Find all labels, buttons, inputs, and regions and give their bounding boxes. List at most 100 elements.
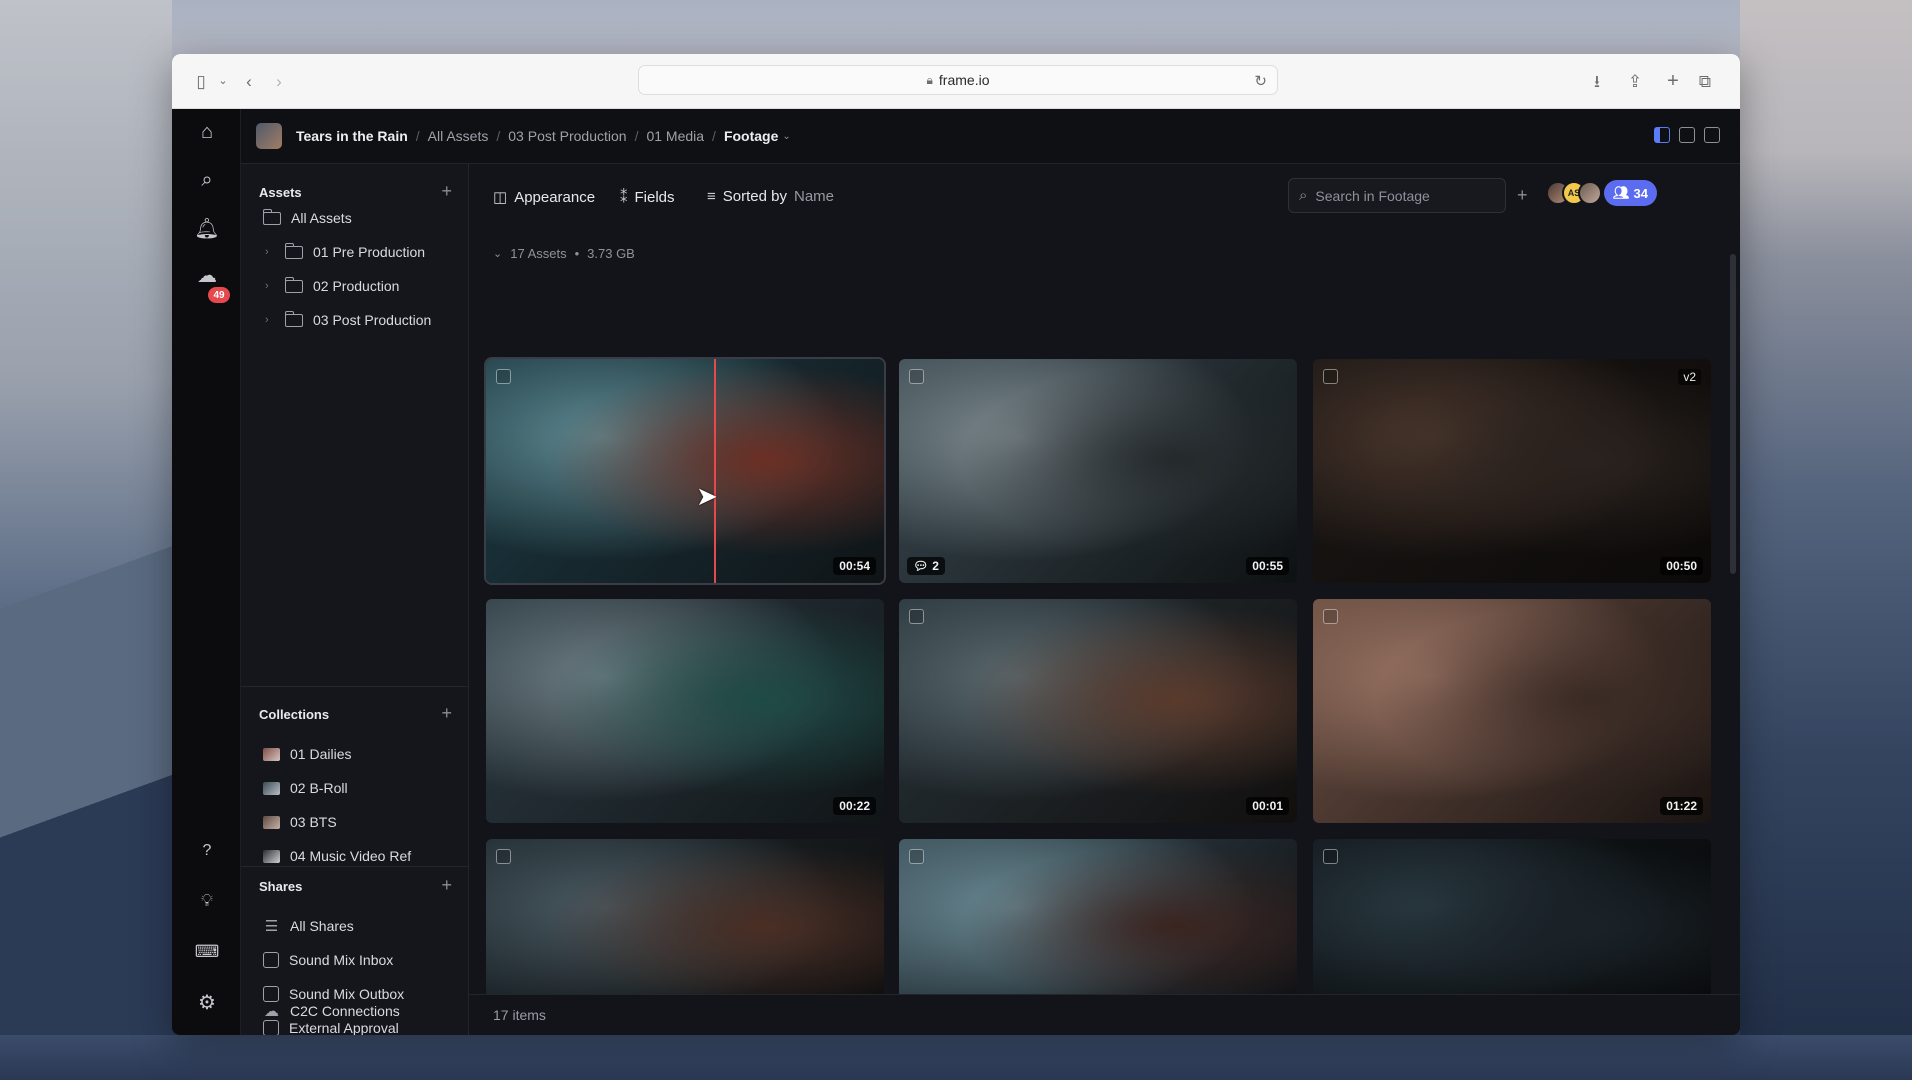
chevron-down-icon[interactable]: ⌄ [212, 70, 234, 92]
sidebar-item-collection[interactable]: 03 BTS [263, 811, 337, 833]
breadcrumb: Tears in the Rain / All Assets / 03 Post… [241, 109, 1740, 164]
breadcrumb-separator: / [415, 128, 420, 144]
layout-left-panel-icon[interactable] [1654, 127, 1670, 143]
comment-count-badge[interactable]: 💬︎ 2 [907, 557, 945, 575]
share-icon [263, 1020, 279, 1035]
chevron-right-icon[interactable]: › [265, 246, 275, 258]
breadcrumb-item[interactable]: All Assets [428, 128, 489, 144]
breadcrumb-current[interactable]: Footage [724, 128, 778, 144]
sidebar-item-production[interactable]: › 02 Production [265, 275, 399, 297]
sidebar-item-collection[interactable]: 02 B-Roll [263, 777, 348, 799]
sort-icon: ≡ [707, 188, 716, 205]
select-checkbox[interactable] [1323, 609, 1338, 624]
collaborators[interactable]: AS 👥︎ 34 [1546, 180, 1657, 206]
lock-icon: 🔒︎ [926, 72, 933, 87]
summary-dot: • [574, 246, 580, 261]
comment-icon: 💬︎ [913, 559, 929, 573]
new-tab-icon[interactable]: + [1662, 70, 1684, 92]
mouse-cursor-icon: ➤ [696, 481, 718, 511]
asset-card[interactable]: v2 00:50 [1313, 359, 1711, 583]
sidebar-item-post-production[interactable]: › 03 Post Production [265, 309, 431, 331]
chevron-down-icon[interactable]: ⌄ [782, 131, 790, 142]
tab-overview-icon[interactable]: ⧉ [1694, 70, 1716, 92]
back-icon[interactable]: ‹ [238, 70, 260, 92]
select-checkbox[interactable] [1323, 849, 1338, 864]
forward-icon[interactable]: › [268, 70, 290, 92]
select-checkbox[interactable] [1323, 369, 1338, 384]
search-icon: ⌕ [1299, 187, 1308, 204]
cloud-upload-icon[interactable]: ☁ [194, 262, 220, 288]
breadcrumb-item[interactable]: Tears in the Rain [296, 128, 408, 144]
fields-button[interactable]: ⁑ Fields [620, 188, 675, 207]
sidebar-item-c2c[interactable]: ☁ C2C Connections [263, 1000, 400, 1022]
reload-icon[interactable]: ↻ [1254, 72, 1267, 90]
cloud-icon: ☁ [264, 1003, 279, 1020]
asset-card[interactable]: 00:22 [486, 599, 884, 823]
keyboard-icon[interactable]: ⌨ [194, 939, 220, 965]
collection-thumbnail [263, 781, 280, 795]
appearance-button[interactable]: ◫ Appearance [493, 188, 595, 207]
address-bar[interactable]: 🔒︎ frame.io ↻ [638, 65, 1278, 95]
select-checkbox[interactable] [496, 369, 511, 384]
scrollbar[interactable] [1730, 254, 1736, 574]
sidebar-item-share[interactable]: Sound Mix Inbox [263, 949, 393, 971]
search-icon[interactable]: ⌕ [194, 167, 220, 193]
sidebar-item-label: Sound Mix Inbox [289, 952, 394, 968]
folder-icon [285, 310, 303, 327]
home-icon[interactable]: ⌂ [194, 119, 220, 145]
asset-card[interactable]: 00:01 [899, 599, 1297, 823]
gear-icon[interactable]: ⚙ [194, 989, 220, 1015]
sidebar-item-all-shares[interactable]: ☰ All Shares [263, 915, 354, 937]
share-icon[interactable]: ⇪ [1624, 70, 1646, 92]
sidebar-item-label: 02 Production [313, 278, 400, 294]
download-icon[interactable]: ⭳ [1586, 70, 1608, 92]
sidebar-item-label: External Approval [289, 1020, 399, 1035]
member-count-badge[interactable]: 👥︎ 34 [1604, 180, 1657, 206]
sidebar-toggle-icon[interactable]: ▯ [190, 70, 212, 92]
chevron-right-icon[interactable]: › [265, 280, 275, 292]
asset-count: 17 Assets [510, 246, 567, 261]
duration-badge: 01:22 [1660, 797, 1703, 815]
sidebar-item-pre-production[interactable]: › 01 Pre Production [265, 241, 425, 263]
layout-right-panel-icon[interactable] [1704, 127, 1720, 143]
asset-thumbnail [899, 599, 1297, 823]
folder-icon [263, 208, 281, 225]
sidebar-item-collection[interactable]: 04 Music Video Ref [263, 845, 411, 867]
add-asset-button[interactable]: + [441, 182, 452, 200]
chevron-down-icon[interactable]: ⌄ [493, 247, 502, 260]
search-placeholder: Search in Footage [1315, 187, 1430, 204]
bell-icon[interactable]: 🔔︎ [194, 215, 220, 241]
layout-split-icon[interactable] [1679, 127, 1695, 143]
chevron-right-icon[interactable]: › [265, 314, 275, 326]
asset-thumbnail [1313, 359, 1711, 583]
sidebar-item-label: 01 Pre Production [313, 244, 426, 260]
asset-thumbnail [899, 359, 1297, 583]
breadcrumb-item[interactable]: 01 Media [646, 128, 704, 144]
breadcrumb-separator: / [712, 128, 716, 144]
sidebar-item-label: 03 BTS [290, 814, 337, 830]
search-input[interactable]: ⌕ Search in Footage [1288, 178, 1506, 213]
add-share-button[interactable]: + [441, 876, 452, 894]
fields-label: Fields [634, 188, 675, 206]
avatar[interactable] [1578, 181, 1602, 205]
notification-badge: 49 [208, 287, 230, 303]
scrub-playhead[interactable] [714, 359, 716, 583]
select-checkbox[interactable] [909, 609, 924, 624]
select-checkbox[interactable] [909, 369, 924, 384]
asset-summary[interactable]: ⌄ 17 Assets • 3.73 GB [493, 246, 635, 261]
select-checkbox[interactable] [496, 849, 511, 864]
breadcrumb-item[interactable]: 03 Post Production [508, 128, 626, 144]
help-icon[interactable]: ? [194, 838, 220, 864]
add-collection-button[interactable]: + [441, 704, 452, 722]
select-checkbox[interactable] [909, 849, 924, 864]
add-button[interactable]: + [1517, 185, 1528, 206]
asset-card[interactable]: 💬︎ 2 00:55 [899, 359, 1297, 583]
sidebar-item-all-assets[interactable]: All Assets [263, 207, 352, 229]
version-badge[interactable]: v2 [1678, 369, 1701, 385]
lightbulb-icon[interactable]: 💡︎ [194, 888, 220, 914]
asset-card[interactable]: ➤ 00:54 [484, 357, 886, 585]
asset-card[interactable]: 01:22 [1313, 599, 1711, 823]
sort-button[interactable]: ≡ Sorted by Name [707, 188, 834, 205]
sidebar-item-collection[interactable]: 01 Dailies [263, 743, 351, 765]
duration-badge: 00:01 [1246, 797, 1289, 815]
